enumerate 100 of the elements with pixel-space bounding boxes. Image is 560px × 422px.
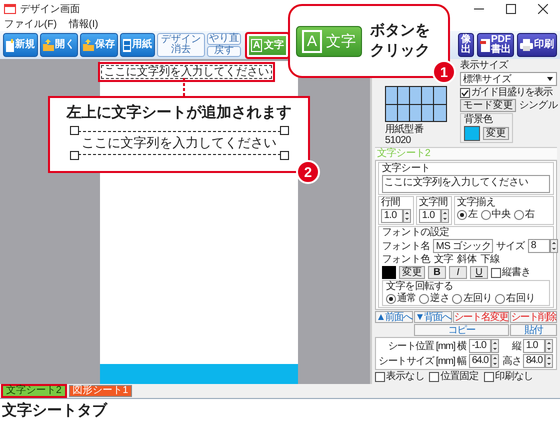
checkbox-label: 表示なし (386, 371, 424, 382)
caption: 文字シートタブ (1, 401, 109, 421)
spin-arrows-icon[interactable] (545, 339, 553, 353)
number-field[interactable]: 84.0 (523, 354, 546, 368)
resize-handle (70, 151, 78, 160)
style-button[interactable]: B (428, 266, 446, 279)
checkbox[interactable] (375, 372, 385, 382)
action-button[interactable]: シート名変更 (453, 311, 509, 323)
field-label: シート位置 [mm] (386, 340, 455, 352)
radio-button[interactable] (480, 210, 491, 220)
field-label: 下線 (480, 254, 500, 265)
spin-arrows-icon[interactable] (441, 209, 449, 223)
spin-arrows-icon[interactable] (491, 354, 500, 368)
field-label: 高さ (502, 356, 521, 366)
mode-button[interactable]: モード変更 (460, 99, 516, 112)
menu-item[interactable]: 情報(I) (68, 18, 98, 30)
radio-label: 逆さ (430, 293, 450, 304)
action-button[interactable]: シート削除 (510, 311, 557, 323)
radio-button[interactable] (386, 294, 396, 304)
button-label: 文字 (326, 32, 356, 50)
radio-button[interactable] (419, 294, 430, 304)
checkbox[interactable] (491, 268, 501, 278)
field-label: フォント色 (382, 254, 430, 265)
close-icon[interactable] (538, 4, 548, 14)
change-button[interactable]: 変更 (483, 127, 509, 140)
radio-button[interactable] (514, 210, 524, 220)
number-field[interactable]: 1.0 (523, 339, 545, 353)
paper-icon (123, 38, 131, 52)
app-icon (4, 4, 16, 14)
toolbar-button[interactable]: PDF書出 (477, 33, 514, 57)
mode-value: シングル (519, 100, 558, 111)
checkbox[interactable] (460, 88, 470, 98)
toolbar-button[interactable]: 像出 (458, 33, 474, 57)
toolbar-button[interactable]: 戻す (207, 46, 241, 57)
checkbox[interactable] (484, 372, 494, 382)
number-field[interactable]: 1.0 (419, 209, 441, 223)
number-field[interactable]: 1.0 (381, 209, 403, 223)
action-button[interactable]: 貼付 (510, 324, 557, 336)
field-label: 表示サイズ (460, 60, 510, 71)
text-sheet[interactable]: ここに文字列を入力してください (98, 62, 275, 82)
document-icon (480, 38, 490, 52)
field-label: 縦 (510, 340, 521, 352)
action-button[interactable]: コピー (414, 324, 509, 336)
field-label: 斜体 (457, 254, 476, 265)
toolbar-button[interactable]: デザイン消去 (157, 33, 205, 57)
checkbox-label: ガイド目盛りを表示 (471, 87, 552, 98)
maximize-icon[interactable] (506, 4, 516, 14)
radio-label: 右回り (506, 293, 536, 304)
group-label: 文字間 (419, 197, 448, 208)
radio-label: 右 (524, 209, 534, 220)
number-field[interactable]: -1.0 (468, 339, 491, 353)
letter-box: A (302, 30, 322, 52)
radio-label: 通常 (397, 293, 416, 304)
action-button[interactable]: ▲前面へ (375, 311, 413, 323)
radio-label: 左 (468, 209, 478, 220)
font-dropdown[interactable]: MS ゴシック (433, 239, 494, 253)
text-area[interactable]: ここに文字列を入力してください (382, 175, 550, 193)
callout-text: ボタンをクリック (370, 21, 432, 61)
radio-button[interactable] (457, 210, 467, 220)
spin-arrows-icon[interactable] (403, 209, 411, 223)
action-button[interactable]: ▼背面へ (414, 311, 452, 323)
color-swatch (382, 266, 396, 279)
group-label: 行間 (381, 197, 400, 208)
sheet-title: 文字シート2 (375, 147, 557, 159)
field-label: 幅 (456, 356, 467, 366)
paper-code: 51020 (385, 135, 412, 146)
toolbar-button[interactable]: やり直 (207, 33, 241, 44)
resize-handle (280, 151, 288, 160)
menu-item[interactable]: ファイル(F) (4, 18, 57, 30)
radio-button[interactable] (495, 294, 506, 304)
spin-arrows-icon[interactable] (545, 354, 554, 368)
field-label: 横 (456, 340, 467, 352)
sheet-tab[interactable]: 文字シート2 (1, 384, 67, 398)
checkbox[interactable] (429, 372, 440, 382)
resize-handle (70, 126, 78, 135)
field-label: シートサイズ [mm] (378, 356, 455, 366)
printer-icon (520, 39, 533, 51)
size-dropdown[interactable]: 標準サイズ (460, 72, 557, 86)
group-label: 文字揃え (457, 197, 496, 208)
field-label: サイズ (496, 240, 525, 252)
spin-arrows-icon[interactable] (490, 339, 499, 353)
color-swatch (464, 126, 480, 141)
spin-arrows-icon[interactable] (550, 239, 558, 253)
toolbar-button[interactable]: 印刷 (517, 33, 557, 57)
checkbox-label: 位置固定 (440, 371, 479, 382)
group-label: 文字シート (382, 163, 430, 174)
document-icon (6, 38, 14, 52)
style-button[interactable]: I (449, 266, 467, 279)
group-label: 文字を回転する (386, 281, 454, 292)
number-field[interactable]: 64.0 (468, 354, 492, 368)
resize-handle (280, 126, 288, 135)
number-field[interactable]: 8 (528, 239, 550, 253)
folder-icon (43, 39, 54, 51)
radio-label: 中央 (492, 209, 511, 220)
style-button[interactable]: U (470, 266, 488, 279)
checkbox-label: 縦書き (502, 267, 531, 278)
change-button[interactable]: 変更 (399, 266, 425, 279)
radio-label: 左回り (463, 293, 492, 304)
window-title: デザイン画面 (20, 3, 80, 16)
radio-button[interactable] (452, 294, 462, 304)
